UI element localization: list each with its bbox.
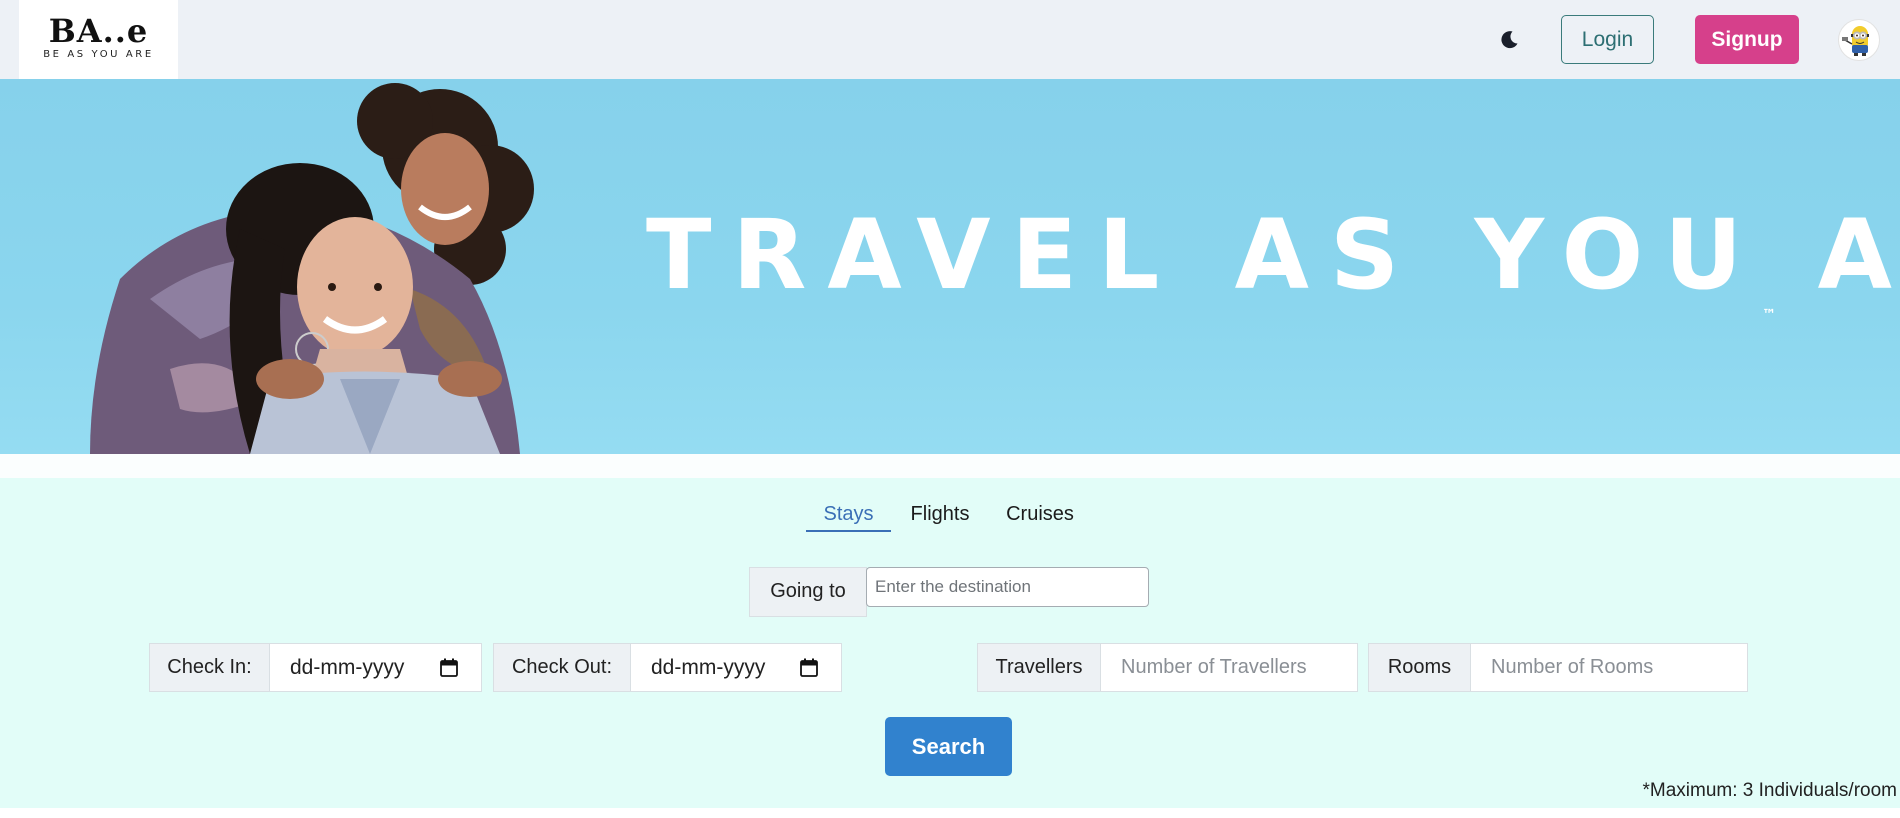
calendar-icon[interactable] — [440, 658, 458, 677]
theme-toggle-button[interactable] — [1497, 28, 1521, 52]
login-button[interactable]: Login — [1561, 15, 1654, 64]
calendar-icon[interactable] — [800, 658, 818, 677]
tab-active-indicator — [806, 530, 891, 532]
check-in-value: dd-mm-yyyy — [290, 656, 405, 679]
hero-title: TRAVEL AS YOU ARE — [646, 199, 1900, 311]
logo-mark: BA..e — [48, 12, 149, 50]
check-out-date-input[interactable]: dd-mm-yyyy — [630, 643, 842, 692]
tab-stays[interactable]: Stays — [806, 494, 891, 534]
travellers-label: Travellers — [977, 643, 1101, 692]
rooms-label: Rooms — [1368, 643, 1471, 692]
hero-trademark: ™ — [1762, 307, 1776, 323]
page: BA..e BE AS YOU ARE Login Signup TRAVEL … — [0, 0, 1900, 818]
divider-strip — [0, 454, 1900, 478]
navbar: BA..e BE AS YOU ARE Login Signup — [0, 0, 1900, 79]
logo-tagline: BE AS YOU ARE — [43, 49, 154, 60]
minion-avatar-icon — [1842, 26, 1869, 56]
signup-button[interactable]: Signup — [1695, 15, 1799, 64]
avatar[interactable] — [1838, 19, 1880, 61]
moon-icon — [1501, 31, 1518, 49]
hero-banner: TRAVEL AS YOU ARE ™ — [0, 79, 1900, 454]
destination-input[interactable] — [866, 567, 1149, 607]
hero-photo-people — [90, 83, 534, 454]
search-button[interactable]: Search — [885, 717, 1012, 776]
rooms-input[interactable]: Number of Rooms — [1470, 643, 1748, 692]
check-in-label: Check In: — [149, 643, 270, 692]
tab-flights[interactable]: Flights — [901, 494, 979, 534]
search-panel: Stays Flights Cruises Going to Check In:… — [0, 478, 1900, 808]
rooms-limit-note: *Maximum: 3 Individuals/room — [1642, 780, 1897, 801]
travellers-input[interactable]: Number of Travellers — [1100, 643, 1358, 692]
going-to-label: Going to — [749, 567, 867, 617]
check-out-value: dd-mm-yyyy — [651, 656, 766, 679]
tab-cruises[interactable]: Cruises — [997, 494, 1083, 534]
check-out-label: Check Out: — [493, 643, 631, 692]
check-in-date-input[interactable]: dd-mm-yyyy — [269, 643, 482, 692]
brand-logo[interactable]: BA..e BE AS YOU ARE — [19, 0, 178, 79]
